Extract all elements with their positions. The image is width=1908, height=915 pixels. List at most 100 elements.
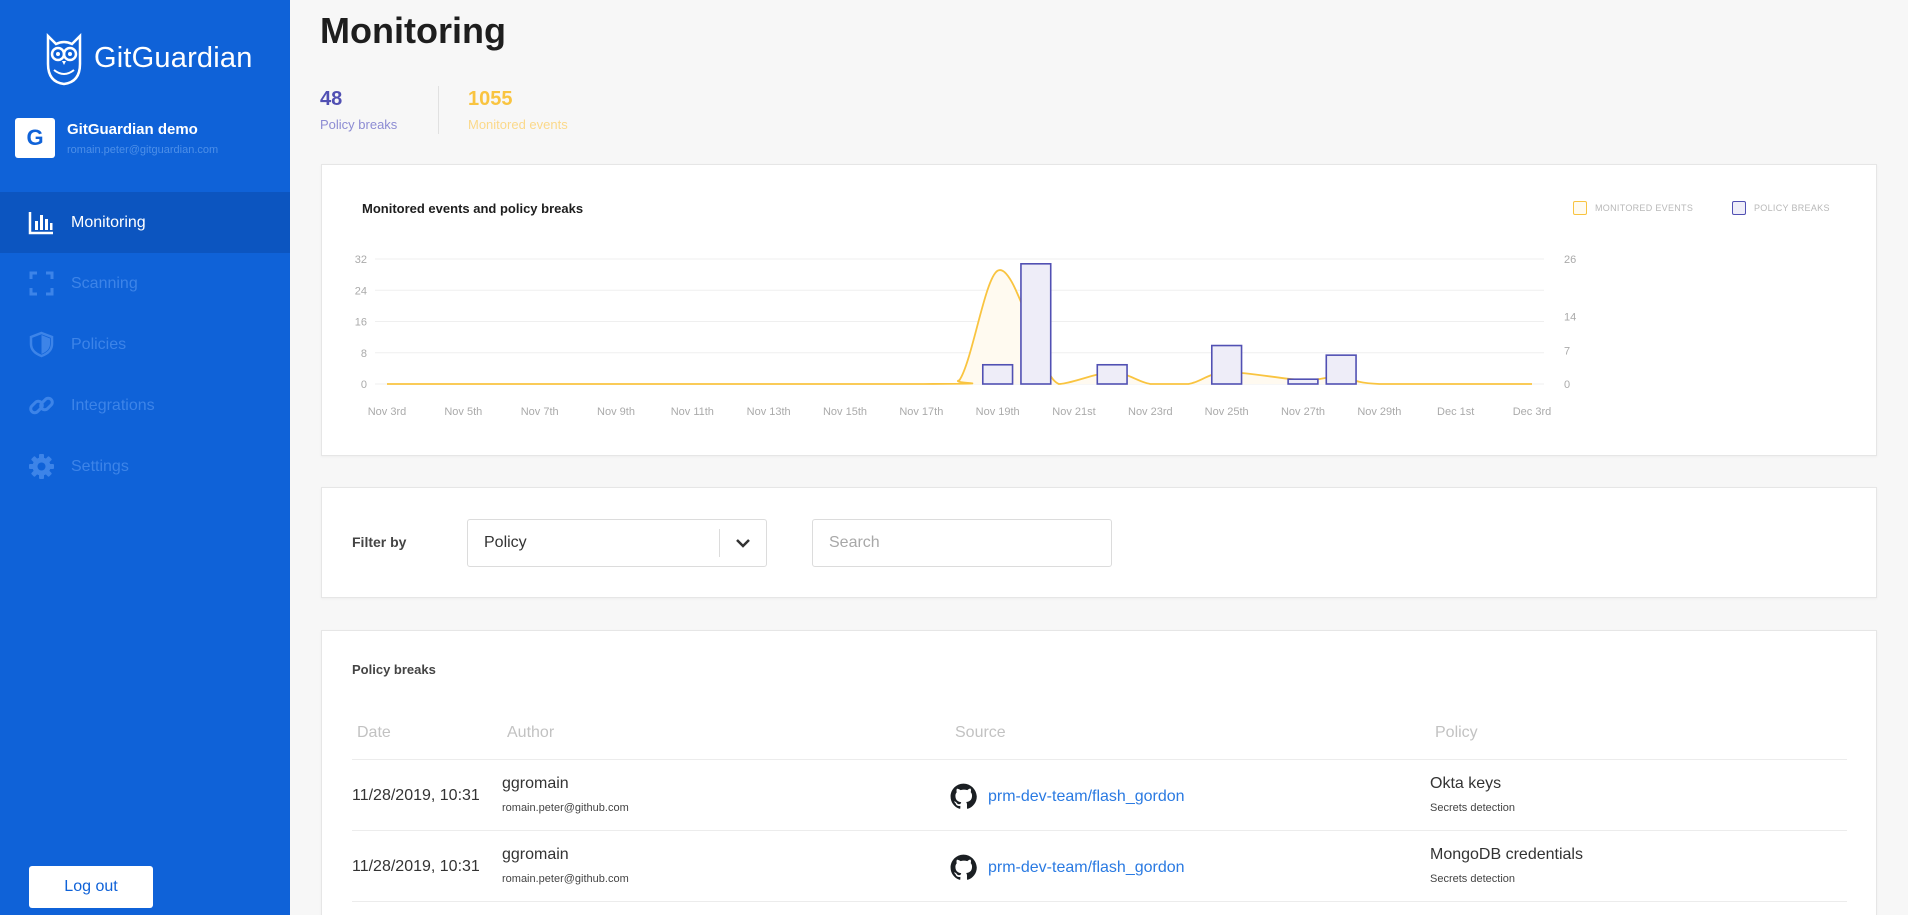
x-tick-label: Nov 17th [899,406,943,418]
table-title: Policy breaks [352,662,436,677]
x-tick-label: Nov 21st [1052,406,1095,418]
x-tick-label: Nov 15th [823,406,867,418]
y-tick-label-left: 24 [355,285,367,297]
bar-policy-breaks [1210,344,1243,385]
sidebar-item-label: Settings [71,457,129,475]
y-tick-label-left: 0 [361,379,367,391]
sidebar: GitGuardian G GitGuardian demo romain.pe… [0,0,290,915]
y-tick-label-right: 0 [1564,379,1570,391]
account-name: GitGuardian demo [67,121,198,138]
stat-label: Policy breaks [320,117,398,132]
source-link[interactable]: prm-dev-team/flash_gordon [988,788,1185,806]
stat-policy-breaks: 48 Policy breaks [320,88,397,132]
y-tick-label-right: 26 [1564,254,1576,266]
x-tick-label: Dec 3rd [1513,406,1552,418]
x-tick-label: Nov 13th [747,406,791,418]
cell-author: ggromain romain.peter@github.com [502,846,629,885]
author-email: romain.peter@github.com [502,873,629,885]
cell-policy: MongoDB credentials Secrets detection [1430,846,1583,885]
account-email: romain.peter@gitguardian.com [67,144,219,156]
table-row[interactable]: 11/28/2019, 10:31 ggromain romain.peter@… [352,831,1847,902]
author-name: ggromain [502,846,569,863]
filter-card: Filter by Policy [321,487,1877,598]
logo-text: GitGuardian [94,41,253,74]
x-tick-label: Nov 23rd [1128,406,1173,418]
link-icon [29,396,54,415]
bar-policy-breaks [1287,378,1319,385]
page-title: Monitoring [320,10,506,51]
chart-plot: 0 8 16 24 32 0 7 14 26 Nov 3rd Nov 5th Nov 7th Nov 9… [355,254,1577,418]
x-tick-label: Nov 3rd [368,406,407,418]
stat-label: Monitored events [468,117,568,132]
sidebar-item-integrations[interactable]: Integrations [0,375,290,436]
cell-date: 11/28/2019, 10:31 [352,858,480,875]
line-monitored-events [386,269,1532,385]
x-tick-label: Nov 9th [597,406,635,418]
y-tick-label-right: 7 [1564,345,1570,357]
sidebar-item-label: Integrations [71,396,155,414]
cell-source: prm-dev-team/flash_gordon [950,854,1185,881]
sidebar-item-monitoring[interactable]: Monitoring [0,192,290,253]
stat-value: 1055 [468,88,513,110]
scan-frame-icon [29,271,54,296]
cell-date: 11/28/2019, 10:31 [352,787,480,804]
y-tick-label-left: 16 [355,317,367,329]
sidebar-item-scanning[interactable]: Scanning [0,253,290,314]
owl-logo-icon [46,32,82,86]
bar-policy-breaks [1325,354,1357,385]
cell-author: ggromain romain.peter@github.com [502,775,629,814]
policy-breaks-table-card: Policy breaks Date Author Source Policy … [321,630,1877,915]
bar-policy-breaks [1020,263,1052,385]
bar-policy-breaks [981,363,1014,385]
sidebar-item-label: Scanning [71,274,138,292]
avatar: G [15,118,55,158]
y-tick-label-right: 14 [1564,312,1576,324]
x-tick-label: Nov 25th [1205,406,1249,418]
policy-name: MongoDB credentials [1430,846,1583,863]
column-header-source[interactable]: Source [955,724,1006,742]
author-name: ggromain [502,775,569,792]
x-tick-label: Nov 27th [1281,406,1325,418]
cell-source: prm-dev-team/flash_gordon [950,783,1185,810]
shield-icon [29,331,54,358]
bar-policy-breaks [1096,363,1128,385]
table-row[interactable]: 11/28/2019, 10:31 ggromain romain.peter@… [352,760,1847,831]
select-value: Policy [484,534,527,551]
stat-monitored-events: 1055 Monitored events [468,88,568,132]
x-tick-label: Nov 5th [444,406,482,418]
stat-divider [438,86,439,134]
filter-label: Filter by [352,534,407,550]
column-header-author[interactable]: Author [507,724,554,742]
sidebar-item-policies[interactable]: Policies [0,314,290,375]
cell-policy: Okta keys Secrets detection [1430,775,1515,814]
sidebar-item-settings[interactable]: Settings [0,436,290,497]
main-content: Monitoring 48 Policy breaks 1055 Monitor… [290,0,1908,915]
area-fill-monitored-events [387,270,1532,384]
sidebar-item-label: Monitoring [71,213,146,231]
github-icon [950,854,977,880]
policy-category: Secrets detection [1430,873,1515,885]
logo[interactable]: GitGuardian [42,30,253,86]
account-info: G GitGuardian demo romain.peter@gitguard… [15,118,218,158]
author-email: romain.peter@github.com [502,802,629,814]
gear-icon [29,454,54,479]
search-input[interactable] [812,519,1112,567]
sidebar-nav: Monitoring Scanning Policies Integration… [0,192,290,497]
chart-card: Monitored events and policy breaks MONIT… [321,164,1877,456]
bar-chart-icon [28,212,53,235]
policy-name: Okta keys [1430,775,1502,792]
github-icon [950,783,977,809]
logout-button[interactable]: Log out [29,866,153,908]
chevron-down-icon[interactable] [719,529,766,557]
y-tick-label-left: 32 [355,254,367,266]
x-tick-label: Dec 1st [1437,406,1474,418]
x-tick-label: Nov 29th [1357,406,1401,418]
column-header-policy[interactable]: Policy [1435,724,1478,742]
column-header-date[interactable]: Date [357,724,391,742]
x-tick-label: Nov 19th [976,406,1020,418]
source-link[interactable]: prm-dev-team/flash_gordon [988,859,1185,877]
stat-value: 48 [320,88,343,110]
policy-select[interactable]: Policy [467,519,767,567]
sidebar-item-label: Policies [71,335,127,353]
policy-category: Secrets detection [1430,802,1515,814]
